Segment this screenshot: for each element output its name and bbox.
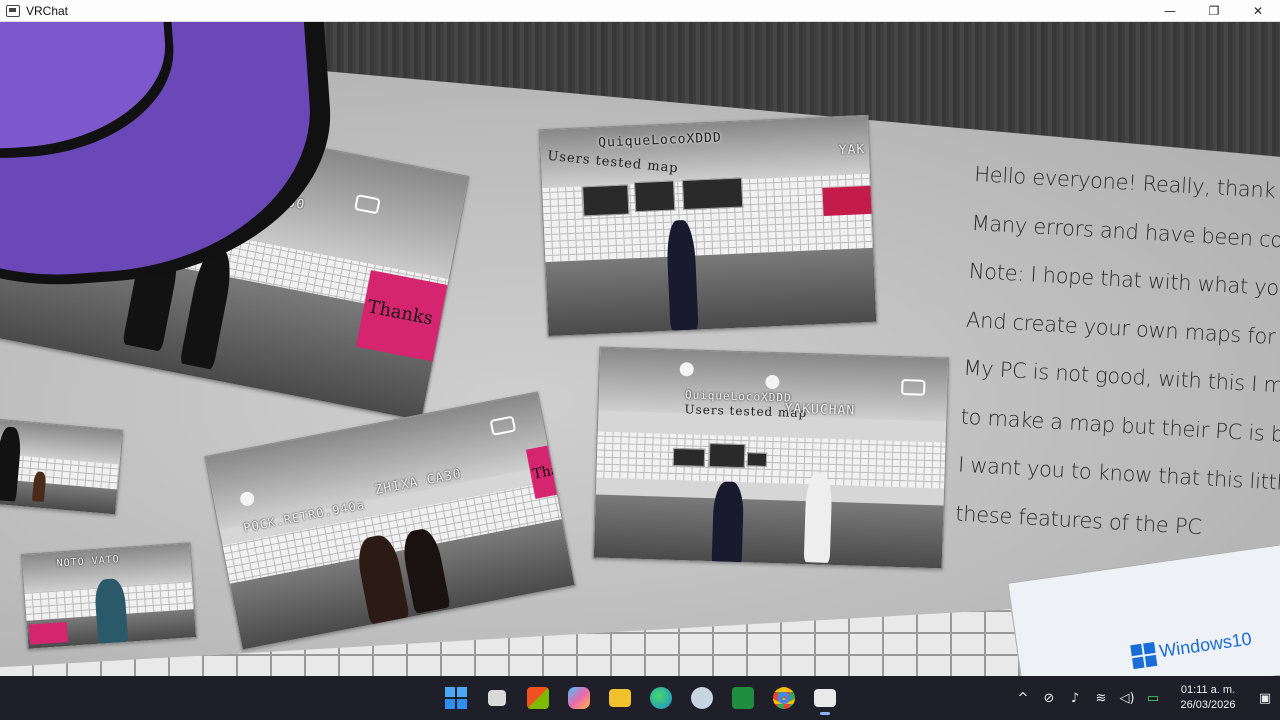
taskbar: ^ ⊘ ♪ ≋ ◁) ▭ 01:11 a. m. 26/03/2026 ▣ <box>0 676 1280 720</box>
maximize-button[interactable]: ❐ <box>1192 0 1236 22</box>
steam-icon <box>691 687 713 709</box>
chrome-button[interactable] <box>768 680 800 716</box>
photo-frame <box>0 418 124 516</box>
window-title: VRChat <box>26 3 69 18</box>
vrchat-window-icon <box>6 4 20 17</box>
network-off-icon[interactable]: ⊘ <box>1036 676 1062 720</box>
avatar <box>711 481 745 567</box>
window-titlebar: VRChat — ❐ ✕ <box>0 0 1280 22</box>
wifi-icon[interactable]: ≋ <box>1088 676 1114 720</box>
steam-button[interactable] <box>686 680 718 716</box>
windows-logo-icon <box>1130 641 1158 670</box>
photo-board <box>746 452 768 467</box>
photo-frame: NOTO VATO <box>20 542 198 650</box>
photo-board <box>681 177 744 211</box>
clock-time: 01:11 a. m. <box>1180 684 1236 696</box>
photo-frame: QuiqueLocoXDDD Users tested map YAKUCHAN <box>592 346 950 570</box>
speaker-icon[interactable]: ◁) <box>1114 676 1140 720</box>
photo-sign <box>28 622 69 645</box>
speaker-icon <box>901 379 926 396</box>
window-controls: — ❐ ✕ <box>1148 0 1280 22</box>
photo-board <box>708 443 746 469</box>
wall-message: Hello everyone! Really, thank you very M… <box>953 162 1280 568</box>
active-indicator <box>820 712 830 715</box>
windows-logo-icon <box>445 687 467 709</box>
battery-icon[interactable]: ▭ <box>1140 676 1166 720</box>
clock[interactable]: 01:11 a. m. 26/03/2026 <box>1166 683 1250 713</box>
spreadsheet-button[interactable] <box>727 680 759 716</box>
copilot-button[interactable] <box>563 680 595 716</box>
edge-button[interactable] <box>645 680 677 716</box>
task-view-button[interactable] <box>481 680 513 716</box>
store-button[interactable] <box>522 680 554 716</box>
game-viewport[interactable]: A CA30 Thanks QuiqueLocoXDDD Users teste… <box>0 22 1280 676</box>
photo-nametag: YAKUCHAN <box>784 401 856 419</box>
notification-icon[interactable]: ▣ <box>1250 676 1280 720</box>
minimize-button[interactable]: — <box>1148 0 1192 22</box>
chrome-icon <box>773 687 795 709</box>
system-tray: ^ ⊘ ♪ ≋ ◁) ▭ 01:11 a. m. 26/03/2026 ▣ <box>1010 676 1280 720</box>
photo-frame: QuiqueLocoXDDD Users tested map YAK <box>538 114 878 338</box>
spreadsheet-icon <box>732 687 754 709</box>
thanks-sign: Thanks <box>356 270 450 362</box>
photo-board <box>582 184 630 217</box>
edge-icon <box>650 687 672 709</box>
photo-board <box>634 180 676 213</box>
avatar <box>803 472 833 563</box>
task-view-icon <box>488 690 506 706</box>
photo-sign <box>822 185 874 216</box>
start-button[interactable] <box>440 680 472 716</box>
windows-brand-text: Windows10 <box>1157 628 1253 662</box>
vrchat-taskbar-button[interactable] <box>809 680 841 716</box>
file-explorer-button[interactable] <box>604 680 636 716</box>
folder-icon <box>609 689 631 707</box>
vrchat-icon <box>814 689 836 707</box>
photo-board <box>672 447 706 467</box>
tray-overflow-chevron-icon[interactable]: ^ <box>1010 676 1036 720</box>
clock-date: 26/03/2026 <box>1180 699 1236 711</box>
photo-nametag: YAK <box>838 142 866 159</box>
copilot-icon <box>568 687 590 709</box>
taskbar-apps <box>440 680 841 716</box>
close-button[interactable]: ✕ <box>1236 0 1280 22</box>
microphone-icon[interactable]: ♪ <box>1062 676 1088 720</box>
store-icon <box>527 687 549 709</box>
